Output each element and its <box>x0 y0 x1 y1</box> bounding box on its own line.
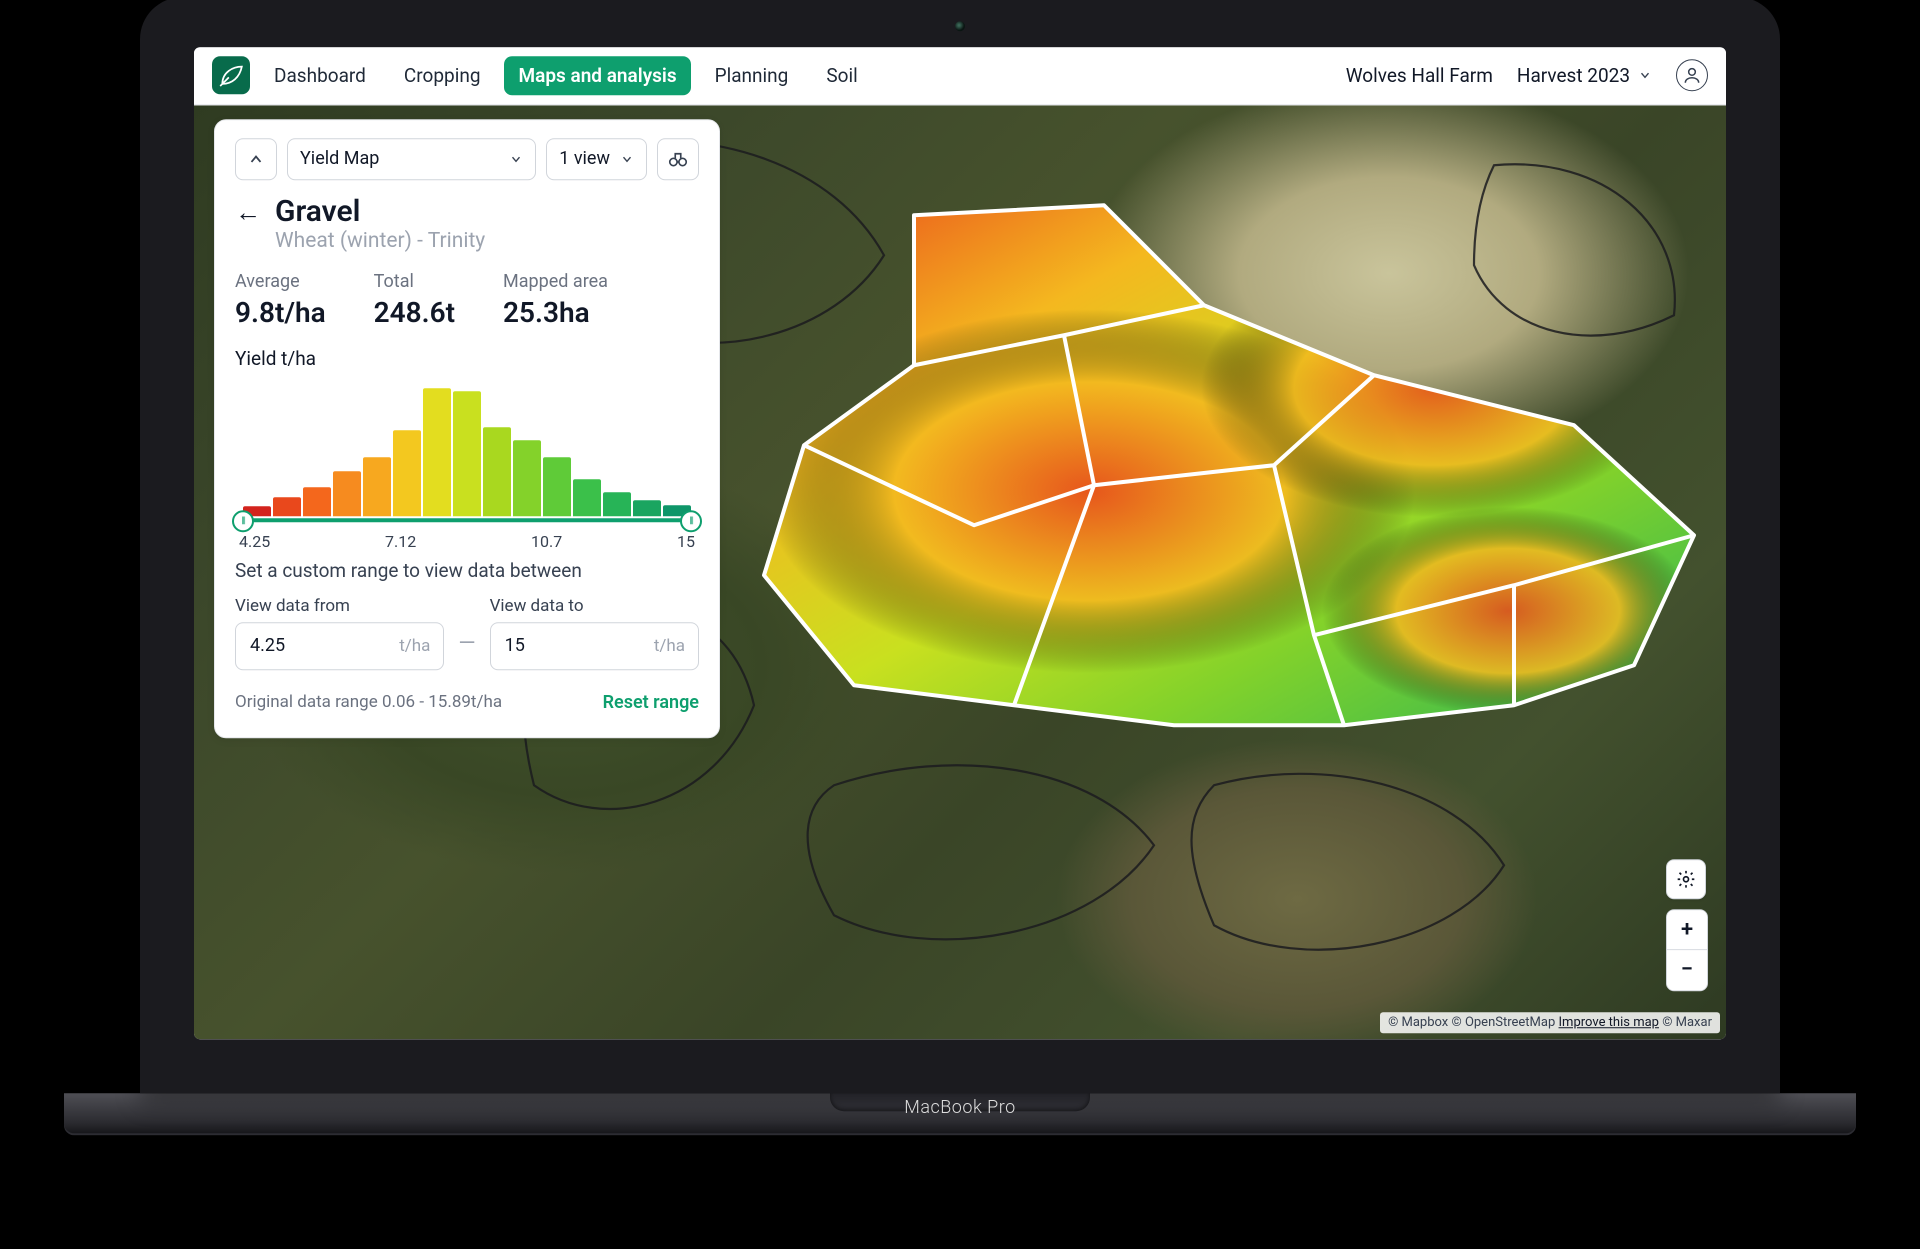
histogram-bar <box>393 430 421 516</box>
top-nav: Dashboard Cropping Maps and analysis Pla… <box>194 47 1726 105</box>
map-type-label: Yield Map <box>300 148 379 169</box>
original-range-text: Original data range 0.06 - 15.89t/ha <box>235 692 502 712</box>
yield-histogram <box>243 376 691 526</box>
laptop-frame: Dashboard Cropping Maps and analysis Pla… <box>140 0 1780 1118</box>
camera-icon <box>955 21 965 31</box>
map-attribution: © Mapbox © OpenStreetMap Improve this ma… <box>1380 1012 1720 1033</box>
attr-osm: © OpenStreetMap <box>1452 1015 1556 1030</box>
map-workspace[interactable]: Yield Map 1 view <box>194 105 1726 1039</box>
chevron-down-icon <box>509 152 523 166</box>
range-slider-max-handle[interactable] <box>680 510 702 532</box>
histogram-bar <box>273 498 301 516</box>
tick-2: 10.7 <box>531 532 562 551</box>
tick-1: 7.12 <box>385 532 416 551</box>
area-value: 25.3ha <box>503 296 608 329</box>
zoom-in-button[interactable]: + <box>1667 910 1707 950</box>
improve-map-link[interactable]: Improve this map <box>1559 1015 1659 1030</box>
laptop-brand: MacBook Pro <box>140 1097 1780 1118</box>
nav-planning[interactable]: Planning <box>701 56 803 95</box>
to-label: View data to <box>490 596 699 616</box>
from-label: View data from <box>235 596 444 616</box>
nav-dashboard[interactable]: Dashboard <box>260 56 380 95</box>
collapse-panel-button[interactable] <box>235 138 277 180</box>
stats-row: Average 9.8t/ha Total 248.6t Mapped area… <box>235 271 699 329</box>
side-panel: Yield Map 1 view <box>214 119 720 738</box>
histogram-bar <box>363 457 391 516</box>
app-screen: Dashboard Cropping Maps and analysis Pla… <box>194 47 1726 1039</box>
total-label: Total <box>374 271 455 292</box>
gear-icon <box>1676 869 1696 889</box>
back-button[interactable]: ← <box>235 194 261 226</box>
tick-3: 15 <box>677 532 695 551</box>
histogram-bar <box>633 500 661 516</box>
nav-soil[interactable]: Soil <box>812 56 871 95</box>
unit-label: t/ha <box>399 636 430 656</box>
season-select[interactable]: Harvest 2023 <box>1517 64 1652 87</box>
chevron-down-icon <box>1638 68 1652 82</box>
histogram-bar <box>423 388 451 515</box>
range-slider-track[interactable] <box>243 518 691 522</box>
app-logo[interactable] <box>212 56 250 94</box>
histogram-bar <box>603 492 631 515</box>
chevron-up-icon <box>247 150 265 168</box>
histogram-bar <box>573 479 601 515</box>
binoculars-icon <box>667 148 689 170</box>
map-type-select[interactable]: Yield Map <box>287 138 536 180</box>
binoculars-button[interactable] <box>657 138 699 180</box>
farm-name: Wolves Hall Farm <box>1346 64 1493 87</box>
chevron-down-icon <box>620 152 634 166</box>
user-icon <box>1682 65 1702 85</box>
crop-variety: Wheat (winter) - Trinity <box>275 229 485 253</box>
nav-maps-analysis[interactable]: Maps and analysis <box>504 56 690 95</box>
avg-value: 9.8t/ha <box>235 296 326 329</box>
histogram-bar <box>483 427 511 515</box>
reset-range-button[interactable]: Reset range <box>603 692 699 713</box>
field-name: Gravel <box>275 194 485 229</box>
attr-maxar: © Maxar <box>1662 1015 1712 1030</box>
nav-cropping[interactable]: Cropping <box>390 56 495 95</box>
histogram-bar <box>543 457 571 516</box>
map-settings-button[interactable] <box>1666 859 1706 899</box>
histogram-title: Yield t/ha <box>235 347 699 370</box>
season-label: Harvest 2023 <box>1517 64 1630 87</box>
custom-range-hint: Set a custom range to view data between <box>235 559 699 582</box>
histogram-bar <box>333 472 361 516</box>
histogram-bar <box>453 391 481 516</box>
tick-0: 4.25 <box>239 532 270 551</box>
map-controls: + − <box>1666 859 1708 991</box>
total-value: 248.6t <box>374 296 455 329</box>
profile-button[interactable] <box>1676 59 1708 91</box>
range-slider-min-handle[interactable] <box>232 510 254 532</box>
histogram-bar <box>513 440 541 515</box>
screen-bezel: Dashboard Cropping Maps and analysis Pla… <box>140 0 1780 1093</box>
view-count-label: 1 view <box>559 148 610 169</box>
view-count-select[interactable]: 1 view <box>546 138 647 180</box>
leaf-icon <box>218 62 244 88</box>
histogram-bar <box>303 487 331 516</box>
area-label: Mapped area <box>503 271 608 292</box>
histogram-ticks: 4.25 7.12 10.7 15 <box>239 532 695 551</box>
attr-mapbox: © Mapbox <box>1388 1015 1448 1030</box>
range-dash: — <box>458 631 475 656</box>
avg-label: Average <box>235 271 326 292</box>
zoom-out-button[interactable]: − <box>1667 950 1707 990</box>
unit-label: t/ha <box>654 636 685 656</box>
